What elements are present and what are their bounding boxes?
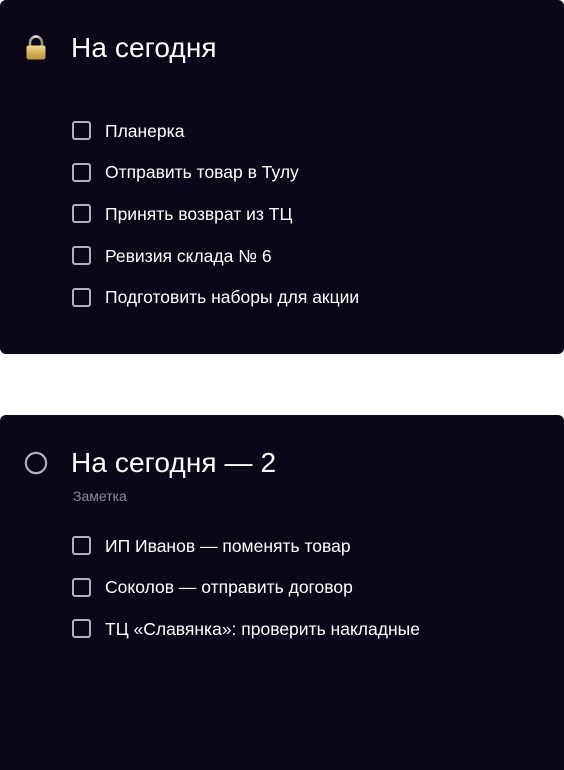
item-label: Ревизия склада № 6 [105,245,272,266]
card-header: На сегодня — 2 [24,445,276,481]
item-label: Подготовить наборы для акции [105,287,360,308]
list-title[interactable]: На сегодня [71,31,217,65]
list-item[interactable]: Соколов — отправить договор [72,567,420,609]
item-label: Отправить товар в Тулу [105,162,299,183]
card-header: На сегодня [24,30,217,66]
list-subtitle: Заметка [73,488,127,504]
item-label: ИП Иванов — поменять товар [105,535,351,556]
checkbox[interactable] [72,287,91,307]
checkbox[interactable] [72,121,91,141]
checkbox[interactable] [72,246,91,266]
item-label: Соколов — отправить договор [105,577,353,598]
list-item[interactable]: ИП Иванов — поменять товар [72,525,420,567]
item-label: Планерка [105,120,185,141]
checkbox[interactable] [72,536,91,556]
checklist-card: На сегодня Планерка Отправить товар в Ту… [0,0,564,354]
list-item[interactable]: Отправить товар в Тулу [72,152,359,194]
checkbox[interactable] [72,162,91,182]
lock-icon[interactable] [24,35,48,61]
checklist: ИП Иванов — поменять товар Соколов — отп… [72,525,420,650]
list-item[interactable]: Ревизия склада № 6 [72,235,359,277]
list-title[interactable]: На сегодня — 2 [71,446,276,480]
checkbox[interactable] [72,619,91,639]
checkbox[interactable] [72,577,91,597]
checkbox[interactable] [72,204,91,224]
item-label: Принять возврат из ТЦ [105,203,293,224]
list-item[interactable]: Планерка [72,110,359,152]
circle-icon[interactable] [24,450,48,476]
checklist: Планерка Отправить товар в Тулу Принять … [72,110,359,318]
list-item[interactable]: Принять возврат из ТЦ [72,193,359,235]
checklist-card: На сегодня — 2 Заметка ИП Иванов — помен… [0,415,564,770]
list-item[interactable]: Подготовить наборы для акции [72,276,359,318]
item-label: ТЦ «Славянка»: проверить накладные [105,618,420,639]
list-item[interactable]: ТЦ «Славянка»: проверить накладные [72,608,420,650]
